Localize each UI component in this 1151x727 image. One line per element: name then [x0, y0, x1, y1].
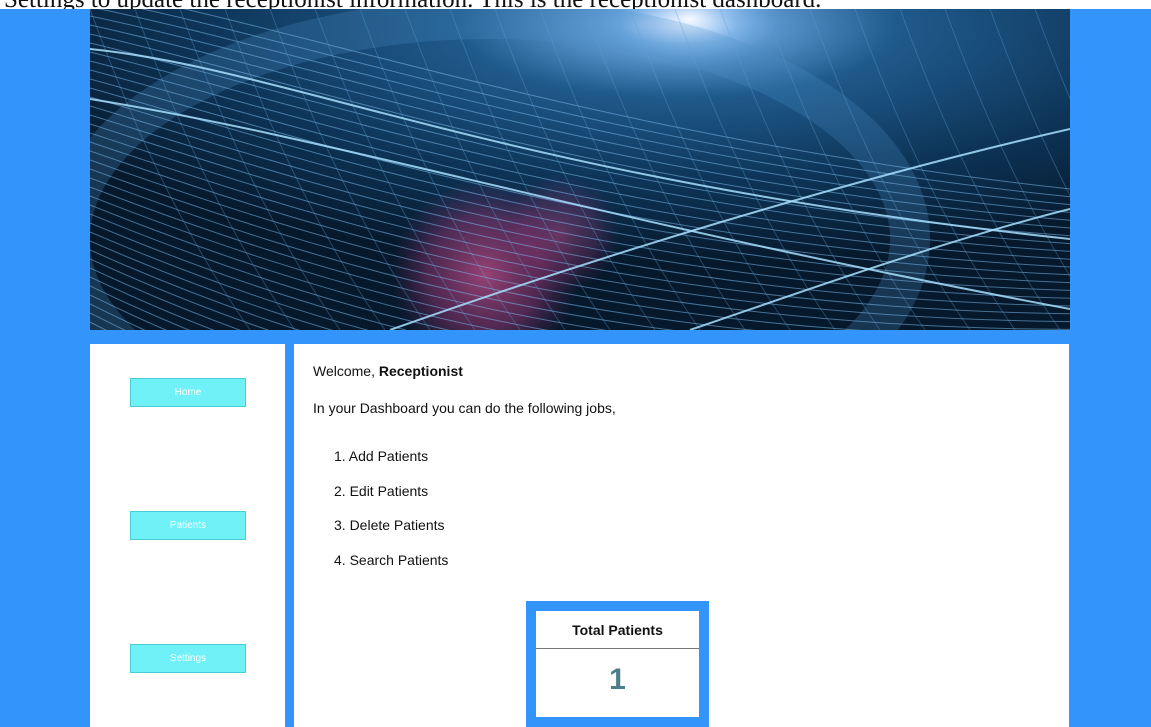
total-patients-card-body: Total Patients 1: [536, 611, 699, 717]
home-button[interactable]: Home: [130, 378, 246, 407]
welcome-prefix: Welcome,: [313, 363, 379, 379]
job-item-add-patients: 1. Add Patients: [334, 448, 429, 464]
jobs-list: 1. Add Patients 2. Edit Patients 3. Dele…: [334, 448, 448, 586]
job-item-edit-patients: 2. Edit Patients: [334, 482, 429, 499]
main-content: Welcome, Receptionist In your Dashboard …: [294, 344, 1069, 727]
welcome-message: Welcome, Receptionist: [313, 363, 463, 379]
sidebar: Home Patients Settings: [90, 344, 285, 727]
total-patients-title: Total Patients: [536, 611, 699, 649]
job-item-delete-patients: 3. Delete Patients: [334, 517, 445, 533]
banner-graphic: [90, 9, 1070, 330]
job-item-search-patients: 4. Search Patients: [334, 551, 449, 568]
total-patients-card: Total Patients 1: [526, 601, 709, 727]
header-banner-image: [90, 9, 1070, 330]
patients-button[interactable]: Patients: [130, 511, 246, 540]
document-caption: Settings to update the receptionist info…: [0, 0, 1151, 9]
settings-button[interactable]: Settings: [130, 644, 246, 673]
welcome-user-name: Receptionist: [378, 363, 463, 379]
caption-text: Settings to update the receptionist info…: [4, 0, 821, 9]
total-patients-count: 1: [609, 663, 626, 696]
dashboard-intro: In your Dashboard you can do the followi…: [313, 400, 616, 416]
